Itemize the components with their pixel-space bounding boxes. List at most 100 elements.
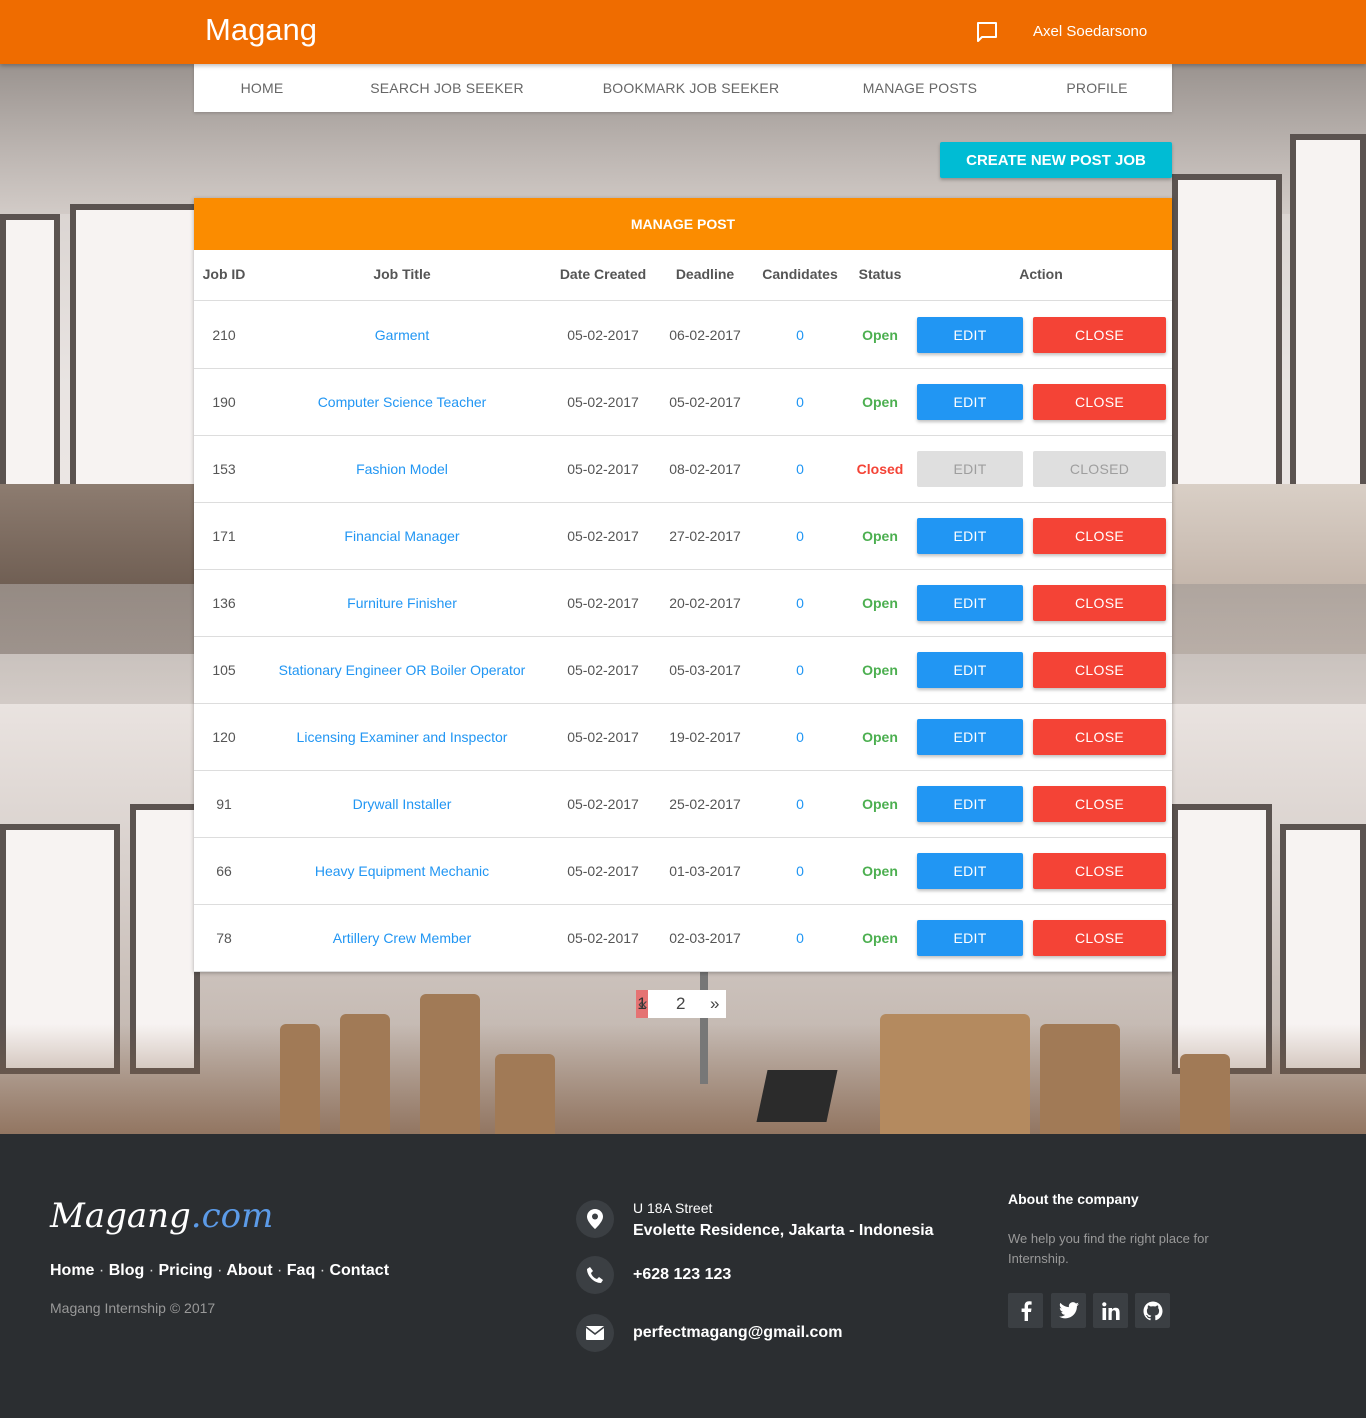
chair bbox=[420, 994, 480, 1134]
cell-deadline: 25-02-2017 bbox=[669, 796, 741, 812]
edit-button[interactable]: EDIT bbox=[917, 585, 1023, 621]
edit-button[interactable]: EDIT bbox=[917, 920, 1023, 956]
cell-job-title-link[interactable]: Stationary Engineer OR Boiler Operator bbox=[279, 662, 526, 678]
footer-link-home[interactable]: Home bbox=[50, 1262, 94, 1279]
nav-item-profile[interactable]: PROFILE bbox=[1066, 80, 1127, 96]
nav-item-manage-posts[interactable]: MANAGE POSTS bbox=[863, 80, 977, 96]
column-header-date-created: Date Created bbox=[559, 266, 647, 282]
nav-item-bookmark-job-seeker[interactable]: BOOKMARK JOB SEEKER bbox=[603, 80, 780, 96]
footer-logo: Magang.com bbox=[50, 1196, 273, 1236]
footer-about-heading: About the company bbox=[1008, 1191, 1139, 1207]
column-header-job-id: Job ID bbox=[202, 266, 246, 282]
table-row: 136 Furniture Finisher 05-02-2017 20-02-201… bbox=[194, 569, 1172, 637]
edit-button[interactable]: EDIT bbox=[917, 786, 1023, 822]
cell-candidates-link[interactable]: 0 bbox=[796, 662, 804, 678]
background-window bbox=[70, 204, 200, 514]
table-row: 78 Artillery Crew Member 05-02-2017 02-03-2… bbox=[194, 904, 1172, 972]
cell-job-id: 78 bbox=[216, 930, 232, 946]
cell-date-created: 05-02-2017 bbox=[567, 662, 639, 678]
cell-job-title-link[interactable]: Fashion Model bbox=[356, 461, 448, 477]
table-row: 105 Stationary Engineer OR Boiler Operato… bbox=[194, 636, 1172, 704]
cell-job-title-link[interactable]: Financial Manager bbox=[344, 528, 459, 544]
cell-status: Open bbox=[862, 327, 898, 343]
close-button[interactable]: CLOSE bbox=[1033, 518, 1166, 554]
cell-job-id: 91 bbox=[216, 796, 232, 812]
cell-date-created: 05-02-2017 bbox=[567, 394, 639, 410]
user-name[interactable]: Axel Soedarsono bbox=[1033, 23, 1147, 40]
cell-deadline: 08-02-2017 bbox=[669, 461, 741, 477]
github-icon[interactable] bbox=[1135, 1293, 1170, 1328]
edit-button[interactable]: EDIT bbox=[917, 317, 1023, 353]
footer-link-pricing[interactable]: Pricing bbox=[158, 1262, 212, 1279]
chair bbox=[880, 1014, 1030, 1134]
cell-candidates-link[interactable]: 0 bbox=[796, 930, 804, 946]
cell-job-title-link[interactable]: Computer Science Teacher bbox=[318, 394, 487, 410]
pagination-page-2[interactable]: 2 bbox=[676, 994, 685, 1014]
close-button[interactable]: CLOSE bbox=[1033, 920, 1166, 956]
brand-logo[interactable]: Magang bbox=[205, 12, 317, 48]
cell-status: Open bbox=[862, 930, 898, 946]
chair bbox=[1040, 1024, 1120, 1134]
cell-candidates-link[interactable]: 0 bbox=[796, 595, 804, 611]
cell-date-created: 05-02-2017 bbox=[567, 327, 639, 343]
create-post-job-button[interactable]: CREATE NEW POST JOB bbox=[940, 142, 1172, 178]
main-nav: HOME SEARCH JOB SEEKER BOOKMARK JOB SEEK… bbox=[194, 64, 1172, 112]
close-button[interactable]: CLOSE bbox=[1033, 585, 1166, 621]
close-button[interactable]: CLOSE bbox=[1033, 652, 1166, 688]
edit-button[interactable]: EDIT bbox=[917, 384, 1023, 420]
table-row: 171 Financial Manager 05-02-2017 27-02-2017… bbox=[194, 502, 1172, 570]
close-button[interactable]: CLOSE bbox=[1033, 384, 1166, 420]
nav-item-home[interactable]: HOME bbox=[241, 80, 284, 96]
column-header-candidates: Candidates bbox=[762, 266, 838, 282]
cell-candidates-link[interactable]: 0 bbox=[796, 394, 804, 410]
footer-link-contact[interactable]: Contact bbox=[329, 1262, 389, 1279]
edit-button[interactable]: EDIT bbox=[917, 518, 1023, 554]
column-header-status: Status bbox=[858, 266, 902, 282]
nav-item-search-job-seeker[interactable]: SEARCH JOB SEEKER bbox=[370, 80, 524, 96]
edit-button[interactable]: EDIT bbox=[917, 853, 1023, 889]
cell-date-created: 05-02-2017 bbox=[567, 796, 639, 812]
cell-deadline: 27-02-2017 bbox=[669, 528, 741, 544]
facebook-icon[interactable] bbox=[1008, 1293, 1043, 1328]
cell-job-title-link[interactable]: Heavy Equipment Mechanic bbox=[315, 863, 489, 879]
footer-logo-suffix: .com bbox=[190, 1196, 274, 1236]
chat-icon[interactable] bbox=[976, 21, 998, 43]
close-button[interactable]: CLOSE bbox=[1033, 317, 1166, 353]
footer-link-faq[interactable]: Faq bbox=[287, 1262, 315, 1279]
close-button[interactable]: CLOSE bbox=[1033, 719, 1166, 755]
edit-button[interactable]: EDIT bbox=[917, 451, 1023, 487]
footer-email[interactable]: perfectmagang@gmail.com bbox=[633, 1324, 842, 1342]
footer-link-about[interactable]: About bbox=[226, 1262, 272, 1279]
cell-job-title-link[interactable]: Licensing Examiner and Inspector bbox=[297, 729, 508, 745]
edit-button[interactable]: EDIT bbox=[917, 719, 1023, 755]
location-pin-icon bbox=[576, 1200, 614, 1238]
linkedin-icon[interactable] bbox=[1093, 1293, 1128, 1328]
background-window bbox=[1290, 134, 1366, 504]
pagination-prev[interactable]: « bbox=[638, 994, 647, 1014]
cell-job-title-link[interactable]: Furniture Finisher bbox=[347, 595, 457, 611]
cell-candidates-link[interactable]: 0 bbox=[796, 863, 804, 879]
cell-candidates-link[interactable]: 0 bbox=[796, 796, 804, 812]
closed-button[interactable]: CLOSED bbox=[1033, 451, 1166, 487]
cell-candidates-link[interactable]: 0 bbox=[796, 461, 804, 477]
footer-link-separator: · bbox=[98, 1262, 105, 1279]
cell-candidates-link[interactable]: 0 bbox=[796, 729, 804, 745]
footer-link-blog[interactable]: Blog bbox=[109, 1262, 145, 1279]
phone-icon bbox=[576, 1256, 614, 1294]
footer-phone[interactable]: +628 123 123 bbox=[633, 1266, 731, 1284]
table-header: Job ID Job Title Date Created Deadline C… bbox=[194, 250, 1172, 301]
cell-status: Closed bbox=[856, 461, 904, 477]
pagination-next[interactable]: » bbox=[710, 994, 719, 1014]
edit-button[interactable]: EDIT bbox=[917, 652, 1023, 688]
close-button[interactable]: CLOSE bbox=[1033, 853, 1166, 889]
cell-job-id: 190 bbox=[212, 394, 236, 410]
cell-deadline: 05-02-2017 bbox=[669, 394, 741, 410]
close-button[interactable]: CLOSE bbox=[1033, 786, 1166, 822]
footer-address-line1: U 18A Street bbox=[633, 1200, 713, 1216]
cell-job-title-link[interactable]: Artillery Crew Member bbox=[333, 930, 471, 946]
cell-job-title-link[interactable]: Drywall Installer bbox=[353, 796, 452, 812]
cell-job-title-link[interactable]: Garment bbox=[375, 327, 429, 343]
cell-candidates-link[interactable]: 0 bbox=[796, 528, 804, 544]
twitter-icon[interactable] bbox=[1051, 1293, 1086, 1328]
cell-candidates-link[interactable]: 0 bbox=[796, 327, 804, 343]
